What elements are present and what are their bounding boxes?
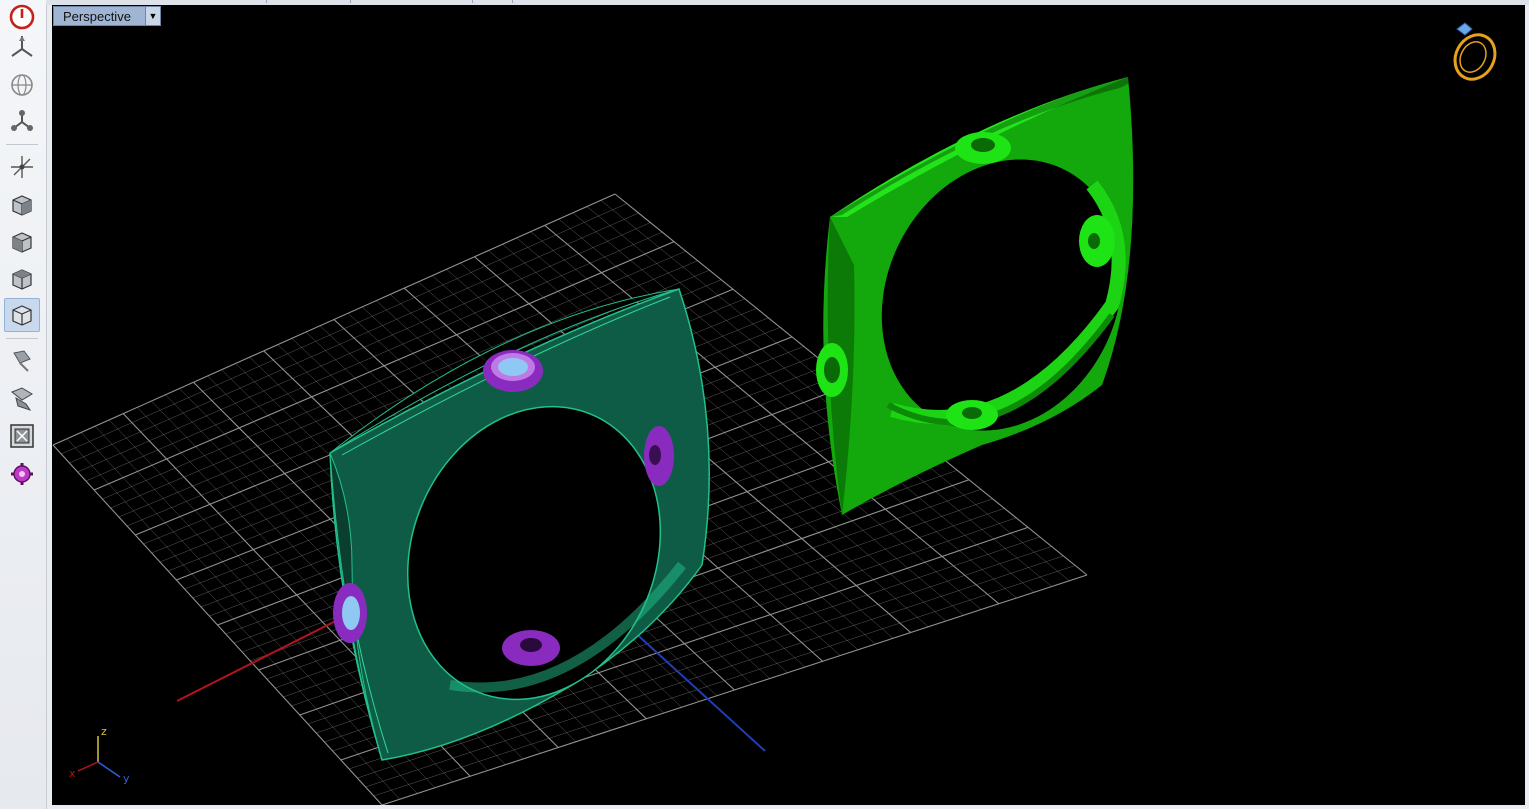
pan-button[interactable] [4,30,40,64]
document-tab[interactable] [352,0,473,3]
zoom-extents-icon [10,424,34,448]
zoom-extents-button[interactable] [4,419,40,453]
setting-bottom[interactable] [502,630,560,666]
view-cube-side-icon [12,232,32,253]
document-tab[interactable] [146,0,267,3]
view-top-button[interactable] [4,262,40,296]
green-setting-top[interactable] [955,132,1011,164]
view-cube-front-icon [12,195,32,216]
scene-canvas: z y x [52,22,1497,805]
viewport-name: Perspective [63,8,131,24]
setting-left[interactable] [333,583,367,643]
toolbar-separator [6,338,38,339]
ring-green[interactable] [816,77,1167,515]
camera-icon [11,387,33,411]
globe-button[interactable] [4,68,40,102]
toolbar-separator [6,144,38,145]
left-toolbar [0,0,47,809]
ring-teal-selected[interactable] [329,288,710,761]
globe-icon [11,74,33,96]
viewport-label[interactable]: Perspective ▼ [53,6,161,26]
axis-triad: z y x [69,725,130,785]
perspective-viewport[interactable]: z y x Perspective ▼ [52,5,1525,805]
power-icon [9,4,35,30]
y-axis-label: y [123,772,130,785]
green-setting-left[interactable] [816,343,848,397]
nodes-icon [11,110,33,131]
x-axis-label: x [69,767,76,780]
setting-top[interactable] [483,350,543,392]
setting-right[interactable] [644,426,674,486]
move-axes-button[interactable] [4,150,40,184]
green-setting-right[interactable] [1079,215,1115,267]
power-button[interactable] [4,0,40,34]
z-axis-label: z [101,725,107,738]
camera-button[interactable] [4,381,40,415]
view-front-button[interactable] [4,188,40,222]
document-tab[interactable] [474,0,513,3]
view-cube-iso-icon [12,305,32,326]
settings-gear-icon [11,463,33,485]
nodes-button[interactable] [4,104,40,138]
ring-logo-icon [1453,22,1497,81]
view-cube-top-icon [12,269,32,290]
view-side-button[interactable] [4,225,40,259]
settings-button[interactable] [4,457,40,491]
render-light-button[interactable] [4,344,40,378]
view-iso-button[interactable] [4,298,40,332]
chevron-down-icon[interactable]: ▼ [145,7,160,25]
green-setting-bottom[interactable] [946,400,998,430]
render-light-icon [13,350,31,372]
move-axes-icon [11,156,33,178]
pan-icon [11,36,33,57]
document-tab[interactable] [268,0,351,3]
